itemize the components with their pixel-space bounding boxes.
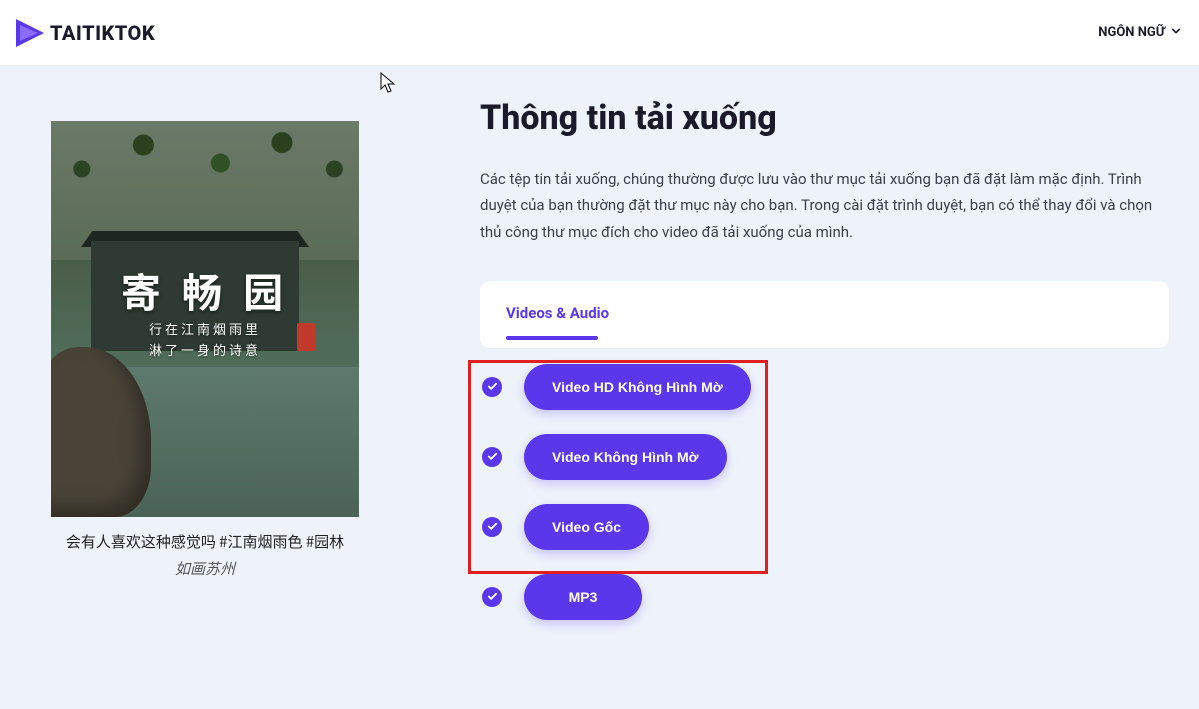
option-row-hd-no-watermark: Video HD Không Hình Mờ [482,364,1169,410]
tab-videos-audio[interactable]: Videos & Audio [506,304,609,338]
stamp-icon [297,323,315,351]
logo-icon [10,13,50,53]
cursor-icon [380,72,398,98]
option-row-mp3: MP3 [482,574,1169,620]
download-hd-no-watermark-button[interactable]: Video HD Không Hình Mờ [524,364,751,410]
video-preview-column: 寄 畅 园 行在江南烟雨里 淋了一身的诗意 会有人喜欢这种感觉吗 #江南烟雨色 … [20,86,390,644]
option-row-original: Video Gốc [482,504,1169,550]
video-author: 如画苏州 [175,558,235,579]
option-row-no-watermark: Video Không Hình Mờ [482,434,1169,480]
logo[interactable]: TAITIKTOK [10,13,155,53]
check-icon [482,587,502,607]
download-info-column: Thông tin tải xuống Các tệp tin tải xuốn… [390,86,1179,644]
download-mp3-button[interactable]: MP3 [524,574,642,620]
page-title: Thông tin tải xuống [480,98,1169,138]
download-options: Video HD Không Hình Mờ Video Không Hình … [480,364,1169,620]
language-selector[interactable]: NGÔN NGỮ [1098,25,1181,40]
download-panel: Videos & Audio [480,281,1169,348]
check-icon [482,447,502,467]
check-icon [482,517,502,537]
download-original-button[interactable]: Video Gốc [524,504,649,550]
thumbnail-title: 寄 畅 园 [51,261,359,319]
header: TAITIKTOK NGÔN NGỮ [0,0,1199,66]
chevron-down-icon [1171,25,1181,40]
check-icon [482,377,502,397]
language-label: NGÔN NGỮ [1098,25,1165,40]
video-caption: 会有人喜欢这种感觉吗 #江南烟雨色 #园林 [66,531,344,552]
logo-text: TAITIKTOK [50,21,155,45]
video-thumbnail[interactable]: 寄 畅 园 行在江南烟雨里 淋了一身的诗意 [51,121,359,517]
page-description: Các tệp tin tải xuống, chúng thường được… [480,166,1160,245]
download-no-watermark-button[interactable]: Video Không Hình Mờ [524,434,727,480]
page-body: 寄 畅 园 行在江南烟雨里 淋了一身的诗意 会有人喜欢这种感觉吗 #江南烟雨色 … [0,66,1199,644]
